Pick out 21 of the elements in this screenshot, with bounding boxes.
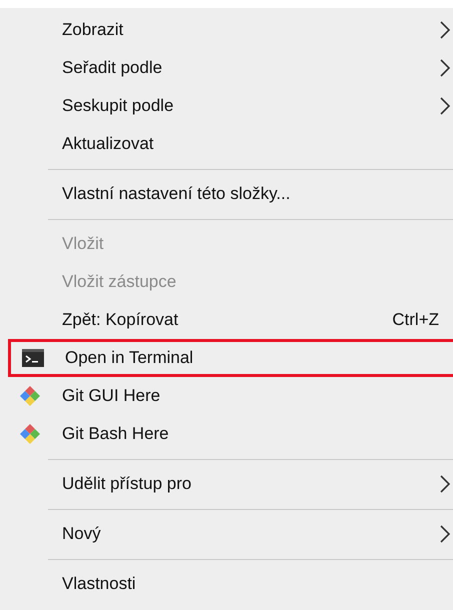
chevron-right-icon (439, 20, 451, 40)
menu-item[interactable]: Zobrazit (0, 11, 453, 49)
menu-item[interactable]: Nový (0, 515, 453, 553)
chevron-right-icon (439, 474, 451, 494)
git-icon (19, 385, 41, 407)
menu-item[interactable]: Vlastní nastavení této složky... (0, 175, 453, 213)
menu-item[interactable]: Vlastnosti (0, 565, 453, 603)
chevron-right-icon (439, 96, 451, 116)
menu-item[interactable]: Git GUI Here (0, 377, 453, 415)
menu-item[interactable]: Udělit přístup pro (0, 465, 453, 503)
chevron-right-icon (439, 524, 451, 544)
terminal-icon (22, 349, 44, 367)
menu-item[interactable]: Seskupit podle (0, 87, 453, 125)
git-icon (19, 423, 41, 445)
shortcut-text: Ctrl+Z (392, 309, 439, 332)
menu-item[interactable]: Seřadit podle (0, 49, 453, 87)
menu-item[interactable]: Open in Terminal (8, 339, 453, 377)
chevron-right-icon (439, 58, 451, 78)
menu-item[interactable]: Zpět: Kopírovat Ctrl+Z (0, 301, 453, 339)
menu-item[interactable]: Git Bash Here (0, 415, 453, 453)
menu-item[interactable]: Aktualizovat (0, 125, 453, 163)
